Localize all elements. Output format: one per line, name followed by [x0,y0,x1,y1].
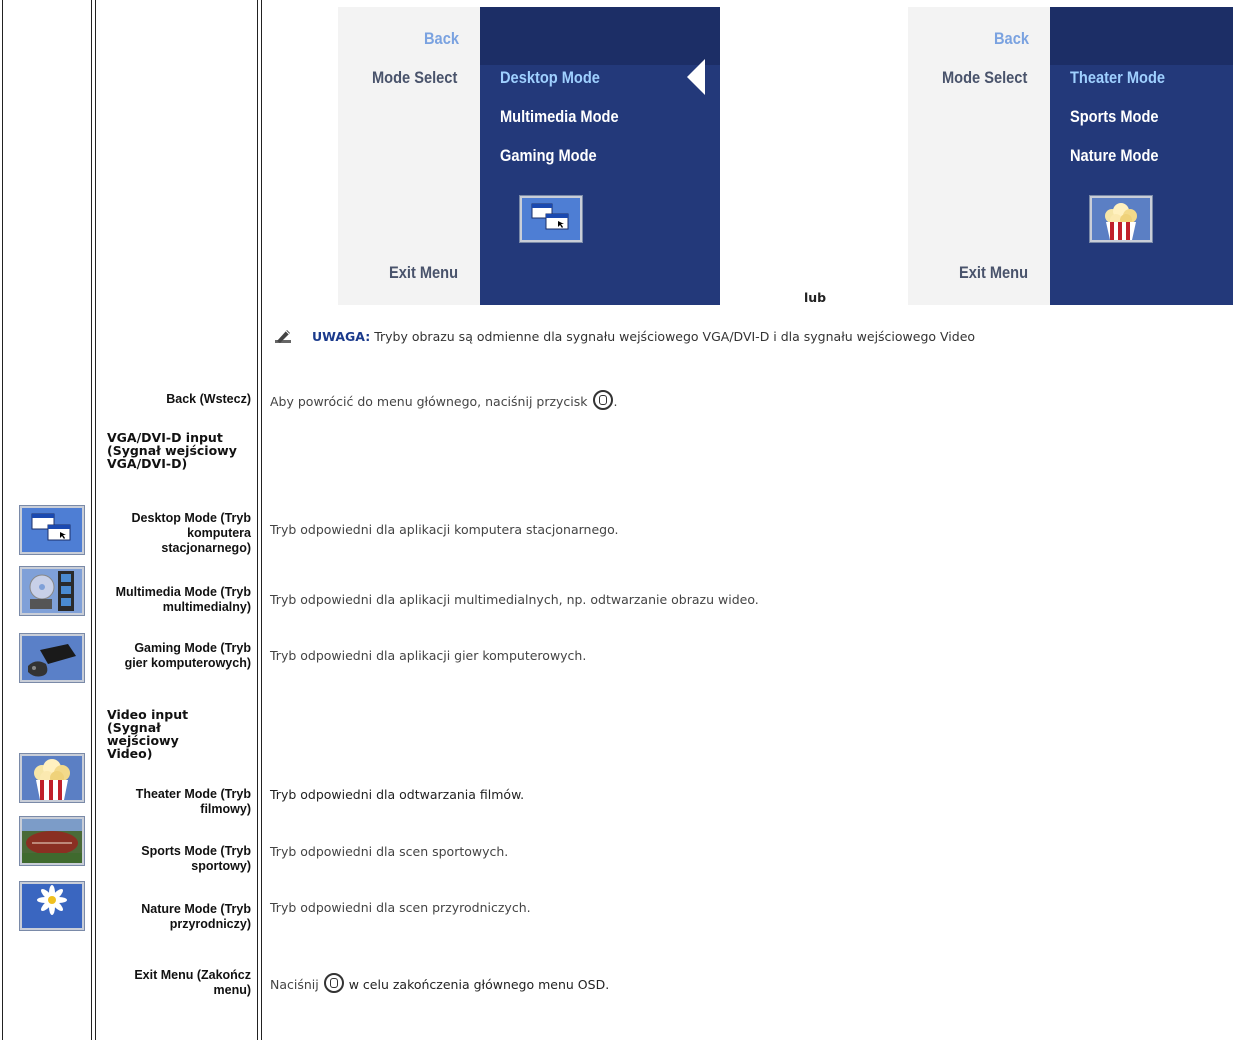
note-pencil-icon [275,328,292,345]
osd-top-band-2 [1050,7,1233,65]
exit-menu-description: Naciśnij w celu zakończenia głównego men… [270,973,609,993]
nature-mode-label: Nature Mode (Tryb przyrodniczy) [141,902,251,931]
theater-mode-icon [20,754,84,802]
theater-mode-label: Theater Mode (Tryb filmowy) [135,787,251,816]
table-border-1 [91,0,92,1040]
osd-item-desktop: Desktop Mode [500,68,600,87]
osd-mode-select-label-2: Mode Select [942,68,1028,87]
table-border-left [2,0,3,1040]
table-border-2 [95,0,96,1040]
desktop-mode-icon [20,506,84,554]
nature-mode-icon [20,882,84,930]
osd-top-band [480,7,720,65]
back-desc-end: . [613,394,618,409]
vga-input-group-label: VGA/DVI-D input (Sygnał wejściowy VGA/DV… [107,430,237,471]
multimedia-mode-icon [20,567,84,615]
gaming-mode-description: Tryb odpowiedni dla aplikacji gier kompu… [270,648,587,663]
osd-back-label: Back [424,29,459,48]
table-border-4 [261,0,262,1040]
osd-mode-select-label: Mode Select [372,68,458,87]
note-label: UWAGA: [312,329,371,344]
osd-left-column: Back Mode Select Exit Menu [338,7,480,305]
exit-menu-label: Exit Menu (Zakończ menu) [134,968,251,997]
osd-right-column-2: Theater Mode Sports Mode Nature Mode [1050,7,1233,305]
exit-desc-pre: Naciśnij [270,977,319,992]
exit-desc-text: w celu zakończenia głównego menu OSD. [348,977,610,992]
desktop-mode-description: Tryb odpowiedni dla aplikacji komputera … [270,522,619,537]
osd-exit-label: Exit Menu [389,263,459,282]
sports-mode-icon [20,817,84,865]
osd-screenshot-pc-modes: Back Mode Select Exit Menu Desktop Mode … [338,7,720,305]
theater-mode-description: Tryb odpowiedni dla odtwarzania filmów. [270,787,525,802]
osd-item-gaming: Gaming Mode [500,146,597,165]
popcorn-icon [1090,196,1152,242]
osd-back-label-2: Back [994,29,1029,48]
osd-item-theater: Theater Mode [1070,68,1166,87]
menu-button-icon [323,973,344,993]
osd-screenshot-video-modes: Back Mode Select Exit Menu Theater Mode … [908,7,1233,305]
note-body: Tryby obrazu są odmienne dla sygnału wej… [374,329,976,344]
back-desc-text: Aby powrócić do menu głównego, naciśnij … [270,394,588,409]
osd-left-column-2: Back Mode Select Exit Menu [908,7,1050,305]
table-border-3 [257,0,258,1040]
gaming-mode-icon [20,634,84,682]
osd-item-sports: Sports Mode [1070,107,1159,126]
osd-right-column: Desktop Mode Multimedia Mode Gaming Mode [480,7,720,305]
or-text: lub [804,290,827,305]
sports-mode-label: Sports Mode (Tryb sportowy) [141,844,251,873]
video-input-group-label: Video input (Sygnał wejściowy Video) [107,707,189,761]
osd-item-multimedia: Multimedia Mode [500,107,619,126]
multimedia-mode-description: Tryb odpowiedni dla aplikacji multimedia… [270,592,759,607]
desktop-windows-icon [520,196,582,242]
nature-mode-description: Tryb odpowiedni dla scen przyrodniczych. [270,900,531,915]
menu-button-icon [592,390,613,410]
desktop-mode-label: Desktop Mode (Tryb komputera stacjonarne… [131,511,251,555]
back-description: Aby powrócić do menu głównego, naciśnij … [270,390,618,410]
sports-mode-description: Tryb odpowiedni dla scen sportowych. [270,844,509,859]
back-label: Back (Wstecz) [166,392,251,406]
osd-exit-label-2: Exit Menu [959,263,1029,282]
note-text: UWAGA: Tryby obrazu są odmienne dla sygn… [312,329,975,344]
selection-arrow-icon [687,59,705,95]
osd-item-nature: Nature Mode [1070,146,1159,165]
gaming-mode-label: Gaming Mode (Tryb gier komputerowych) [124,641,251,670]
multimedia-mode-label: Multimedia Mode (Tryb multimedialny) [115,585,251,614]
